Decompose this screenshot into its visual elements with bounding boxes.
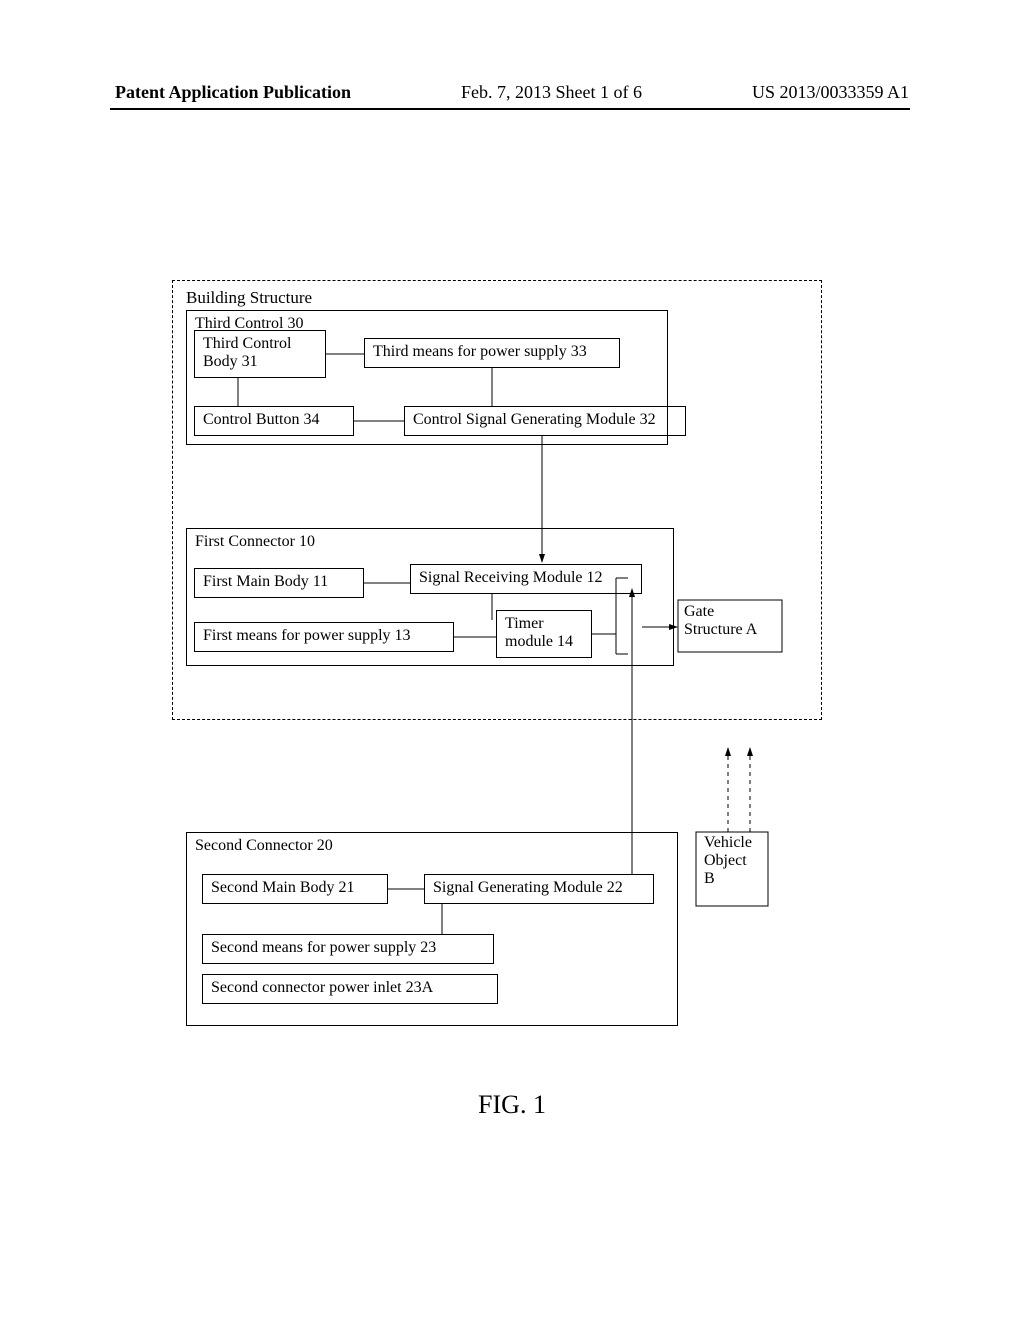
second-power-inlet-label: Second connector power inlet 23A [203, 975, 497, 1001]
second-power-supply-box: Second means for power supply 23 [202, 934, 494, 964]
second-power-supply-label: Second means for power supply 23 [203, 935, 493, 961]
second-main-body-box: Second Main Body 21 [202, 874, 388, 904]
first-connector-title: First Connector 10 [187, 529, 673, 555]
second-main-body-label: Second Main Body 21 [203, 875, 387, 901]
control-button-label: Control Button 34 [195, 407, 353, 433]
first-main-body-box: First Main Body 11 [194, 568, 364, 598]
second-power-inlet-box: Second connector power inlet 23A [202, 974, 498, 1004]
vehicle-object-box: Vehicle Object B [700, 834, 780, 904]
signal-receiving-box: Signal Receiving Module 12 [410, 564, 642, 594]
control-signal-gen-box: Control Signal Generating Module 32 [404, 406, 686, 436]
gate-line2: Structure A [684, 621, 757, 638]
vehicle-line3: B [704, 870, 715, 887]
timer-module-box: Timer module 14 [496, 610, 592, 658]
timer-module-label: Timer module 14 [497, 611, 591, 655]
figure-caption: FIG. 1 [172, 1090, 852, 1120]
vehicle-line1: Vehicle [704, 834, 752, 851]
first-main-body-label: First Main Body 11 [195, 569, 363, 595]
page-header: Patent Application Publication Feb. 7, 2… [0, 82, 1024, 103]
third-power-supply-label: Third means for power supply 33 [365, 339, 619, 365]
signal-receiving-label: Signal Receiving Module 12 [411, 565, 641, 591]
signal-generating-box: Signal Generating Module 22 [424, 874, 654, 904]
third-control-body-box: Third Control Body 31 [194, 330, 326, 378]
control-button-box: Control Button 34 [194, 406, 354, 436]
control-signal-gen-label: Control Signal Generating Module 32 [405, 407, 685, 433]
header-left: Patent Application Publication [115, 82, 351, 103]
header-mid: Feb. 7, 2013 Sheet 1 of 6 [461, 82, 642, 103]
first-power-supply-label: First means for power supply 13 [195, 623, 453, 649]
gate-structure-box: Gate Structure A [680, 603, 782, 651]
gate-line1: Gate [684, 603, 714, 620]
building-structure-label: Building Structure [186, 288, 312, 308]
second-connector-title: Second Connector 20 [187, 833, 677, 859]
header-right: US 2013/0033359 A1 [752, 82, 909, 103]
third-control-body-label: Third Control Body 31 [195, 331, 325, 375]
first-power-supply-box: First means for power supply 13 [194, 622, 454, 652]
vehicle-line2: Object [704, 852, 747, 869]
header-rule [110, 108, 910, 110]
signal-generating-label: Signal Generating Module 22 [425, 875, 653, 901]
third-power-supply-box: Third means for power supply 33 [364, 338, 620, 368]
